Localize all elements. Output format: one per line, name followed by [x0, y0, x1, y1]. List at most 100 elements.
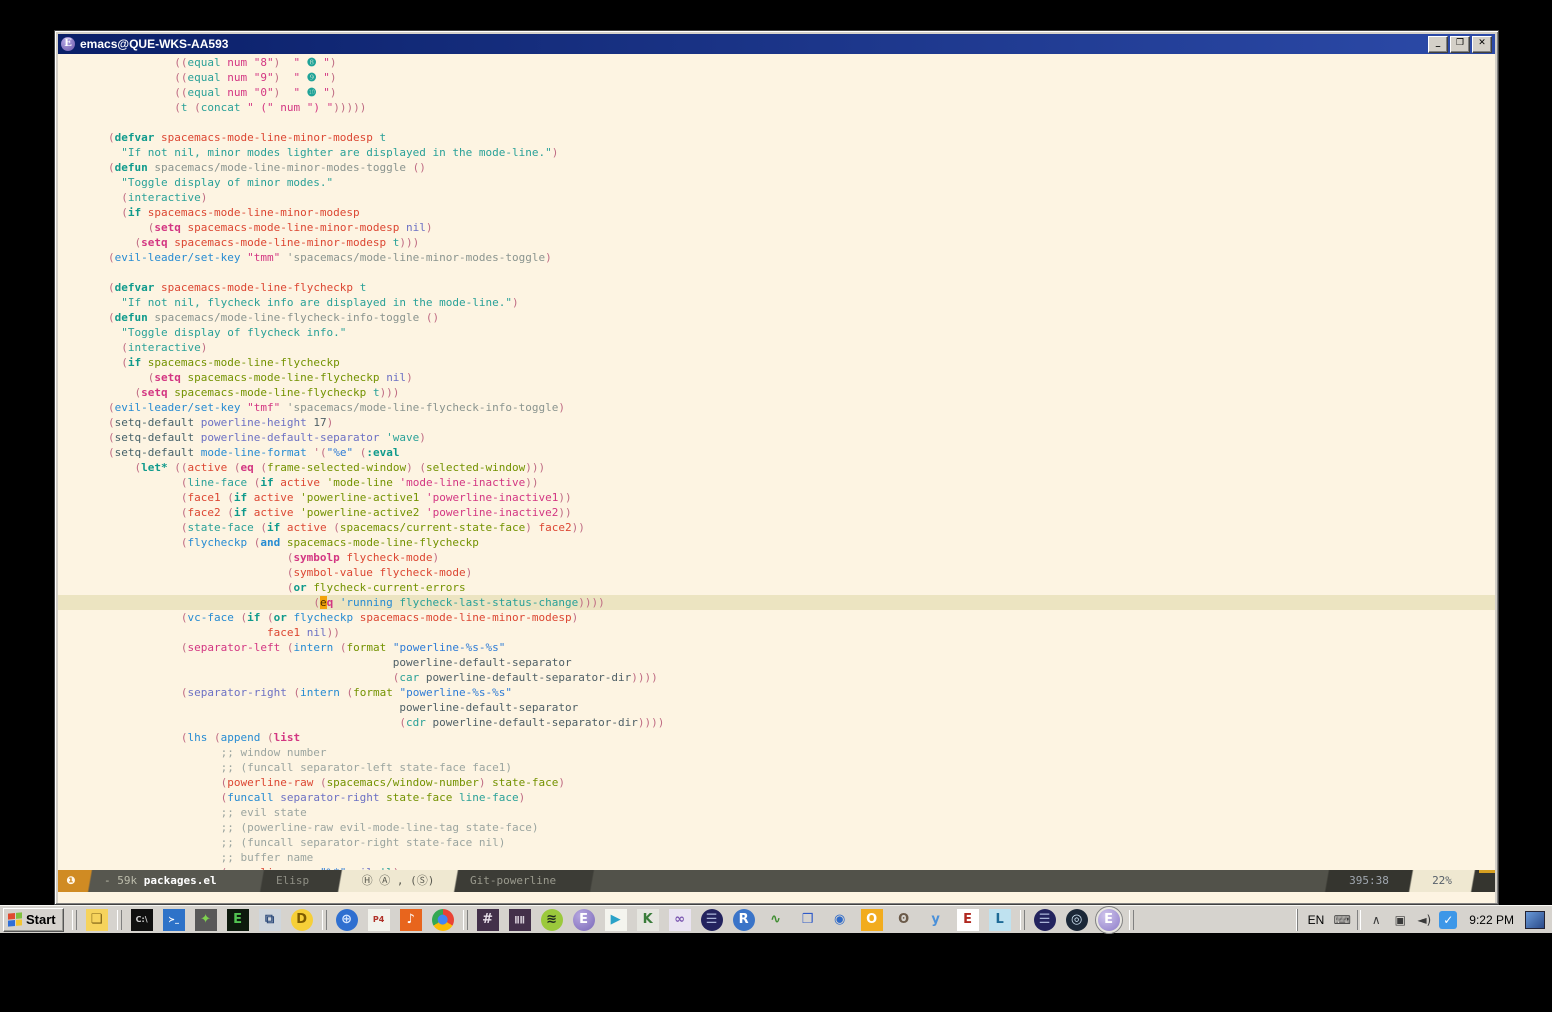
globe-icon[interactable]: ⊕ [336, 909, 358, 931]
modeline-segment-minor-modes[interactable]: Ⓗ Ⓐ , (Ⓢ) [346, 870, 450, 892]
keepass-icon[interactable]: K [637, 909, 659, 931]
minimize-button[interactable]: _ [1428, 36, 1448, 53]
eye-icon[interactable]: ◉ [829, 909, 851, 931]
title-bar[interactable]: E emacs@QUE-WKS-AA593 _ ❐ ✕ [58, 34, 1495, 54]
code-line [58, 115, 1495, 130]
code-line: "Toggle display of flycheck info." [58, 325, 1495, 340]
powerline-separator [256, 870, 268, 892]
code-line: (separator-right (intern (format "powerl… [58, 685, 1495, 700]
volume-icon[interactable]: ◄) [1415, 911, 1433, 929]
minibuffer[interactable] [58, 892, 1495, 903]
dropbox-icon[interactable]: ✓ [1439, 911, 1457, 929]
conemu-icon[interactable]: E [227, 909, 249, 931]
tray-icons: ⌨ ∧ ▣ ◄) ✓ [1330, 910, 1460, 930]
code-line: powerline-default-separator [58, 700, 1495, 715]
cmd-icon[interactable]: C:\ [131, 909, 153, 931]
code-line: "If not nil, minor modes lighter are dis… [58, 145, 1495, 160]
modeline-segment-end-cap[interactable] [1479, 870, 1495, 892]
graphics-app-icon[interactable]: ✦ [195, 909, 217, 931]
quicklaunch-folder-icon[interactable]: ❏ [86, 909, 108, 931]
desktop: E emacs@QUE-WKS-AA593 _ ❐ ✕ ((equal num … [0, 0, 1552, 1012]
code-area[interactable]: ((equal num "8") " ❽ ") ((equal num "9")… [58, 54, 1495, 870]
clock[interactable]: 9:22 PM [1469, 913, 1514, 927]
code-line: (or flycheck-current-errors [58, 580, 1495, 595]
red-e-icon[interactable]: E [957, 909, 979, 931]
code-line: (setq spacemacs-mode-line-flycheckp nil) [58, 370, 1495, 385]
outlook-icon[interactable]: O [861, 909, 883, 931]
code-line: (state-face (if active (spacemacs/curren… [58, 520, 1495, 535]
code-line: (car powerline-default-separator-dir)))) [58, 670, 1495, 685]
snake-icon[interactable]: ∿ [765, 909, 787, 931]
steam-icon[interactable]: ◎ [1066, 909, 1088, 931]
eclipse2-icon[interactable]: ☰ [1034, 909, 1056, 931]
code-line: (eq 'running flycheck-last-status-change… [58, 595, 1495, 610]
modeline-segment-window-number[interactable]: ❶ [58, 870, 84, 892]
gimp-icon[interactable]: ʘ [893, 909, 915, 931]
chevron-up-icon[interactable]: ∧ [1367, 911, 1385, 929]
code-line: (flycheckp (and spacemacs-mode-line-flyc… [58, 535, 1495, 550]
code-line: ;; evil state [58, 805, 1495, 820]
keyboard-icon[interactable]: ⌨ [1333, 911, 1351, 929]
infinity-icon[interactable]: ∞ [669, 909, 691, 931]
code-line: (interactive) [58, 340, 1495, 355]
remote-desktop-icon[interactable]: ⧉ [259, 909, 281, 931]
modeline-segment-filler[interactable] [598, 870, 1321, 892]
code-line: (defun spacemacs/mode-line-minor-modes-t… [58, 160, 1495, 175]
taskbar-handle[interactable] [117, 910, 122, 930]
code-line: (vc-face (if (or flycheckp spacemacs-mod… [58, 610, 1495, 625]
chrome-icon[interactable]: ● [432, 909, 454, 931]
slack-icon[interactable]: # [477, 909, 499, 931]
code-line: ((equal num "8") " ❽ ") [58, 55, 1495, 70]
restore-button[interactable]: ❐ [1450, 36, 1470, 53]
show-desktop-button[interactable] [1525, 911, 1545, 929]
language-indicator[interactable]: EN [1308, 913, 1325, 927]
close-button[interactable]: ✕ [1472, 36, 1492, 53]
spotify-icon[interactable]: ≋ [541, 909, 563, 931]
windows-flag-icon [8, 912, 22, 926]
start-button[interactable]: Start [3, 908, 64, 932]
taskbar-handle[interactable] [1129, 910, 1134, 930]
winscp-icon[interactable]: y [925, 909, 947, 931]
code-line: (setq-default mode-line-format '("%e" (:… [58, 445, 1495, 460]
powershell-icon[interactable]: ≻_ [163, 909, 185, 931]
modeline-segment-line-column[interactable]: 395:38 [1333, 870, 1405, 892]
lightroom-icon[interactable]: L [989, 909, 1011, 931]
system-tray: EN ⌨ ∧ ▣ ◄) ✓ 9:22 PM [1297, 909, 1549, 931]
code-line: (setq-default powerline-default-separato… [58, 430, 1495, 445]
audio-bars-icon[interactable]: ǁǁ [509, 909, 531, 931]
powerline-separator [334, 870, 346, 892]
taskbar-handle[interactable] [72, 910, 77, 930]
code-line: (if spacemacs-mode-line-flycheckp [58, 355, 1495, 370]
network-icon[interactable]: ▣ [1391, 911, 1409, 929]
emacs-active-icon[interactable]: E [1098, 909, 1120, 931]
perforce-p4-icon[interactable]: P4 [368, 909, 390, 931]
eclipse-icon[interactable]: ☰ [701, 909, 723, 931]
emacs-icon[interactable]: E [573, 909, 595, 931]
powerline-separator [1467, 870, 1479, 892]
powerline-separator [450, 870, 462, 892]
code-line: (setq spacemacs-mode-line-minor-modesp t… [58, 235, 1495, 250]
code-line: "Toggle display of minor modes." [58, 175, 1495, 190]
modeline-segment-buffer-info[interactable]: - 59k packages.el [96, 870, 256, 892]
modeline-segment-vc-branch[interactable]: Git-powerline [462, 870, 586, 892]
modeline-segment-scroll-percent[interactable]: 22% [1417, 870, 1467, 892]
taskbar-handle[interactable] [1020, 910, 1025, 930]
modeline-segment-major-mode[interactable]: Elisp [268, 870, 334, 892]
google-play-icon[interactable]: ▶ [605, 909, 627, 931]
taskbar-handle[interactable] [322, 910, 327, 930]
powerline-separator [1405, 870, 1417, 892]
taskbar-handle[interactable] [463, 910, 468, 930]
r-sphere-icon[interactable]: R [733, 909, 755, 931]
music-note-icon[interactable]: ♪ [400, 909, 422, 931]
powerline-separator [1321, 870, 1333, 892]
code-line: (setq spacemacs-mode-line-flycheckp t))) [58, 385, 1495, 400]
tray-separator [1357, 910, 1361, 930]
code-line: (setq-default powerline-height 17) [58, 415, 1495, 430]
code-line: (let* ((active (eq (frame-selected-windo… [58, 460, 1495, 475]
sync-app-icon[interactable]: ❒ [797, 909, 819, 931]
editor-frame: ((equal num "8") " ❽ ") ((equal num "9")… [58, 54, 1495, 903]
buffer-name: packages.el [144, 874, 217, 887]
mode-line: ❶ - 59k packages.el Elisp Ⓗ Ⓐ , (Ⓢ) Git-powe… [58, 870, 1495, 892]
cyberduck-icon[interactable]: D [291, 909, 313, 931]
code-line: (symbolp flycheck-mode) [58, 550, 1495, 565]
